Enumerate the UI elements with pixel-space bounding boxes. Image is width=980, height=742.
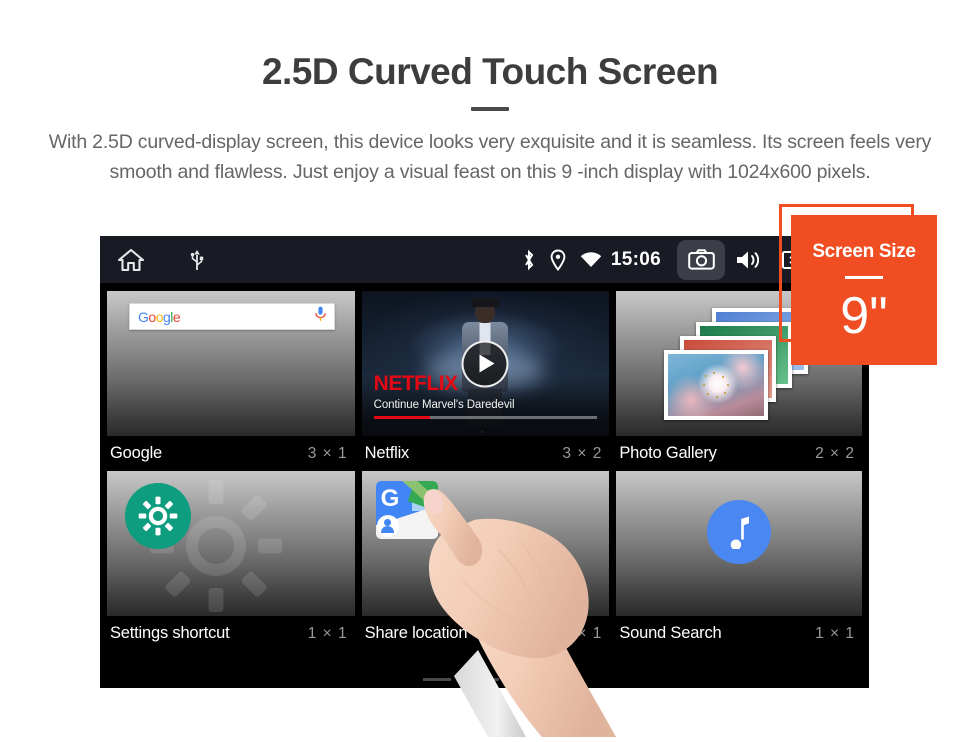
widget-caption: Sound Search 1 × 1	[616, 616, 862, 651]
device-screen: 15:06 Google Google 3 × 1 NETFLIX Contin…	[100, 236, 869, 688]
page-title: 2.5D Curved Touch Screen	[261, 51, 719, 92]
share-location-widget[interactable]: G	[361, 471, 610, 616]
photo-card-flower	[664, 349, 769, 420]
search-input[interactable]: Google	[129, 303, 335, 330]
volume-icon[interactable]	[725, 240, 771, 280]
widget-caption: Settings shortcut 1 × 1	[107, 616, 355, 651]
widget-caption: Netflix 3 × 2	[362, 436, 610, 471]
microphone-icon[interactable]	[315, 306, 326, 327]
camera-icon[interactable]	[677, 239, 725, 280]
settings-widget[interactable]	[107, 471, 355, 616]
widget-settings-shortcut[interactable]: Settings shortcut 1 × 1	[107, 471, 355, 651]
widget-netflix[interactable]: NETFLIX Continue Marvel's Daredevil Netf…	[361, 291, 610, 471]
widget-caption: Share location 1 × 1	[362, 616, 610, 651]
widget-grid: Google Google 3 × 1 NETFLIX Continue Mar…	[100, 283, 869, 651]
netflix-widget[interactable]: NETFLIX Continue Marvel's Daredevil	[361, 291, 610, 436]
play-icon[interactable]	[461, 340, 509, 387]
screen-size-badge: Screen Size 9"	[779, 204, 939, 367]
netflix-brand: NETFLIX	[373, 372, 459, 395]
widget-label: Photo Gallery	[619, 444, 717, 462]
widget-row-1: Google Google 3 × 1 NETFLIX Continue Mar…	[107, 291, 862, 471]
usb-icon[interactable]	[190, 249, 204, 271]
widget-label: Settings shortcut	[110, 624, 230, 642]
widget-size: 3 × 2	[562, 444, 603, 462]
title-divider	[471, 106, 509, 111]
home-icon[interactable]	[118, 248, 144, 272]
page-dash-1[interactable]	[422, 678, 451, 681]
sound-search-widget[interactable]	[616, 471, 862, 616]
widget-size: 1 × 1	[562, 624, 603, 642]
progress-fill	[373, 416, 430, 419]
widget-size: 1 × 1	[815, 624, 855, 642]
widget-caption: Google 3 × 1	[107, 436, 355, 471]
badge-title: Screen Size	[812, 241, 916, 262]
music-note-icon[interactable]	[707, 499, 772, 564]
widget-size: 3 × 1	[307, 444, 348, 462]
badge-value: 9"	[840, 287, 888, 345]
wifi-icon[interactable]	[580, 251, 602, 269]
widget-label: Share location	[364, 624, 468, 642]
widget-label: Sound Search	[619, 624, 722, 642]
google-maps-icon[interactable]: G	[375, 481, 438, 539]
bluetooth-icon[interactable]	[522, 249, 536, 271]
widget-google[interactable]: Google Google 3 × 1	[107, 291, 355, 471]
page-dash-3[interactable]	[518, 678, 547, 681]
widget-label: Google	[110, 444, 163, 462]
netflix-subtitle: Continue Marvel's Daredevil	[373, 399, 515, 411]
page-dash-2[interactable]	[470, 678, 499, 681]
clock: 15:06	[610, 248, 661, 270]
status-bar: 15:06	[100, 236, 869, 283]
widget-size: 2 × 2	[815, 444, 855, 462]
widget-caption: Photo Gallery 2 × 2	[616, 436, 862, 471]
widget-sound-search[interactable]: Sound Search 1 × 1	[616, 471, 862, 651]
location-icon[interactable]	[550, 249, 566, 271]
page-subtitle: With 2.5D curved-display screen, this de…	[48, 130, 932, 183]
page-indicator[interactable]	[100, 678, 869, 681]
widget-row-2: Settings shortcut 1 × 1 G Share location…	[107, 471, 862, 651]
progress-track	[373, 416, 598, 419]
google-logo: Google	[138, 308, 181, 325]
google-search-widget[interactable]: Google	[107, 291, 355, 436]
widget-label: Netflix	[364, 444, 410, 462]
widget-size: 1 × 1	[307, 624, 348, 642]
widget-share-location[interactable]: G Share location 1 × 1	[361, 471, 610, 651]
gear-icon[interactable]	[125, 483, 191, 549]
badge-box: Screen Size 9"	[791, 215, 937, 365]
